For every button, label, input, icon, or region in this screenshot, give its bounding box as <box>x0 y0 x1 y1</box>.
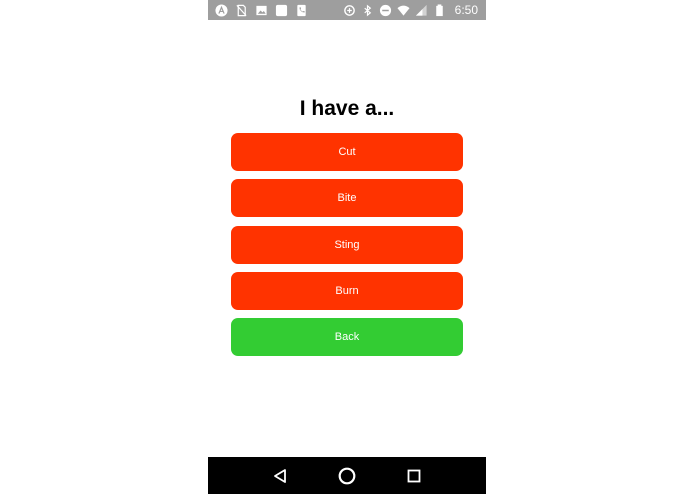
bite-button[interactable]: Bite <box>231 179 463 217</box>
status-clock: 6:50 <box>454 3 478 17</box>
burn-button[interactable]: Burn <box>231 272 463 310</box>
square-app-icon <box>275 4 288 17</box>
bluetooth-icon <box>361 4 374 17</box>
sting-button[interactable]: Sting <box>231 226 463 264</box>
back-button[interactable]: Back <box>231 318 463 356</box>
notification-icons <box>208 3 308 17</box>
image-icon <box>255 4 268 17</box>
status-bar: 6:50 <box>208 0 486 20</box>
navigation-bar <box>208 457 486 494</box>
system-icons: 6:50 <box>343 3 486 17</box>
home-circle-icon[interactable] <box>335 464 359 488</box>
cut-button[interactable]: Cut <box>231 133 463 171</box>
phone-app-icon <box>295 4 308 17</box>
wifi-icon <box>397 4 410 17</box>
do-not-disturb-icon <box>379 4 392 17</box>
recents-square-icon[interactable] <box>402 464 426 488</box>
battery-icon <box>433 3 446 17</box>
page-title: I have a... <box>299 97 395 120</box>
data-saver-icon <box>343 4 356 17</box>
back-triangle-icon[interactable] <box>268 464 292 488</box>
no-sim-card-icon <box>235 4 248 17</box>
phone-screen: 6:50 I have a... Cut Bite Sting Burn Bac… <box>208 0 486 494</box>
android-app-icon <box>215 3 228 17</box>
main-content: I have a... Cut Bite Sting Burn Back <box>208 20 486 457</box>
cell-signal-icon <box>415 4 428 17</box>
